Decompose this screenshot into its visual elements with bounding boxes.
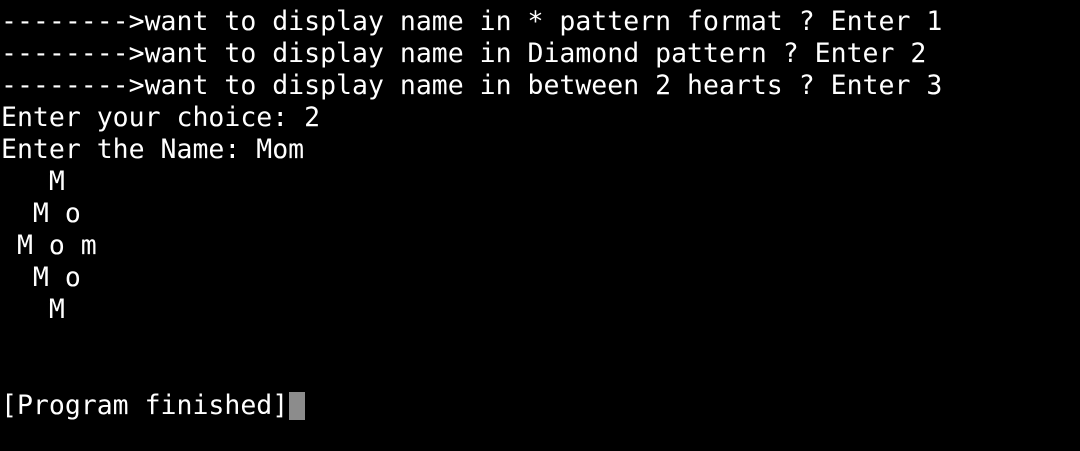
program-status-line: [Program finished] (0, 390, 1080, 422)
choice-prompt: Enter your choice: 2 (1, 102, 321, 133)
program-finished-text: [Program finished] (1, 390, 289, 421)
terminal-window[interactable]: -------->want to display name in * patte… (0, 0, 1080, 451)
name-prompt: Enter the Name: Mom (1, 134, 305, 165)
menu-option-1: -------->want to display name in * patte… (1, 6, 943, 37)
diamond-row-1: M (1, 166, 65, 197)
menu-option-3: -------->want to display name in between… (1, 70, 943, 101)
diamond-row-2: M o (1, 198, 81, 229)
diamond-row-5: M (1, 294, 65, 325)
menu-option-2: -------->want to display name in Diamond… (1, 38, 927, 69)
terminal-cursor[interactable] (289, 392, 306, 420)
diamond-row-4: M o (1, 262, 81, 293)
diamond-row-3: M o m (1, 230, 97, 261)
